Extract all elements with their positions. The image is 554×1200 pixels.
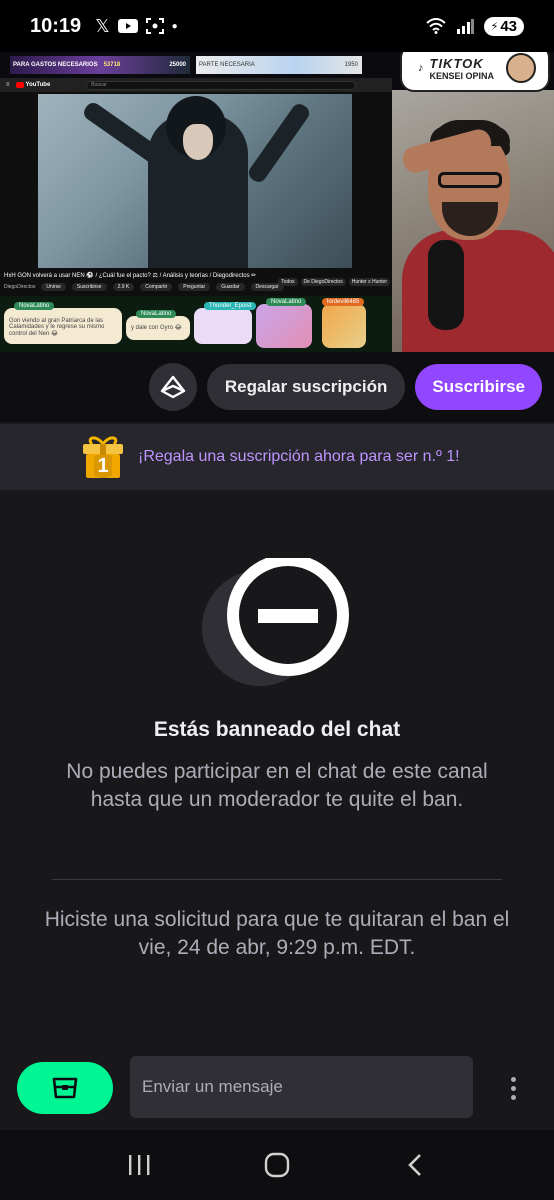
tiktok-title: TIKTOK: [429, 55, 484, 71]
chat-avatar: [256, 304, 312, 348]
chat-bubble: Thunder_Epoist: [194, 302, 257, 344]
status-time: 10:19: [30, 14, 82, 37]
system-nav-bar: [0, 1130, 554, 1200]
chat-bubble: lordevil6485: [322, 298, 366, 348]
webcam-feed: [392, 90, 554, 352]
back-icon: [408, 1154, 421, 1176]
youtube-logo: YouTube: [15, 82, 50, 88]
channel-actions: Regalar suscripción Suscribirse: [0, 352, 554, 422]
more-icon-dot: [510, 1085, 516, 1091]
youtube-filter-chips: Todos De DiegoDirectos Hunter x Hunter: [278, 278, 390, 286]
battery-indicator: ⚡ 43: [483, 16, 524, 36]
ban-icon: [202, 558, 349, 686]
gift-box-icon: 1: [80, 434, 126, 480]
donation-ticker-2: PARTE NECESARIA 1950: [196, 56, 362, 74]
more-options-button[interactable]: [500, 1070, 526, 1106]
ban-panel: Estás banneado del chat No puedes partic…: [0, 490, 554, 1130]
youtube-chip: Compartir: [140, 283, 173, 291]
gift-subscription-button[interactable]: Regalar suscripción: [206, 364, 406, 410]
tiktok-badge: ♪ TIKTOK KENSEI OPINA: [400, 52, 550, 92]
youtube-chip: 2.9 K: [112, 283, 135, 291]
gift-badge-number: 1: [94, 455, 112, 477]
notification-icons: 𝕏 ●: [95, 16, 178, 37]
gift-banner[interactable]: 1 ¡Regala una suscripción ahora para ser…: [0, 424, 554, 490]
gift-banner-text: ¡Regala una suscripción ahora para ser n…: [138, 448, 460, 465]
home-icon: [264, 1152, 290, 1178]
youtube-topbar: ≡ YouTube Buscar: [0, 78, 392, 92]
ban-title: Estás banneado del chat: [153, 718, 401, 741]
youtube-search: Buscar: [86, 80, 356, 90]
chat-bubble: NovaLatino Gon viendo al gran Patriarca …: [4, 302, 122, 344]
youtube-icon: [117, 19, 138, 33]
youtube-channel-name: DiegoDirectos: [4, 284, 36, 290]
chat-username: Thunder_Epoist: [204, 302, 257, 310]
youtube-filter-chip: Todos: [278, 278, 298, 286]
prime-gift-button[interactable]: [148, 363, 197, 411]
youtube-chip: Unirse: [41, 283, 66, 291]
more-icon-dot: [510, 1076, 516, 1082]
unban-request-status: Hiciste una solicitud para que te quitar…: [44, 908, 510, 959]
status-right: ⚡ 43: [425, 16, 524, 36]
chat-username: NovaLatino: [136, 310, 177, 318]
ticker-goal: 25000: [169, 62, 186, 68]
screenshot-icon: [145, 18, 164, 34]
dot-icon: ●: [171, 20, 178, 32]
subscribe-button[interactable]: Suscribirse: [415, 364, 542, 410]
ticker-label: PARA GASTOS NECESARIOS: [13, 62, 98, 68]
video-player[interactable]: PARA GASTOS NECESARIOS 53718 25000 PARTE…: [0, 52, 554, 352]
charging-icon: ⚡: [490, 20, 499, 33]
anime-frame: [38, 94, 352, 268]
x-app-icon: 𝕏: [95, 15, 110, 36]
battery-level: 43: [500, 17, 517, 35]
chat-input-bar: [0, 1050, 554, 1130]
crown-icon: [160, 375, 186, 399]
recent-apps-icon: [129, 1155, 150, 1175]
youtube-meta-row: DiegoDirectos Unirse Suscribirse 2.9 K C…: [4, 283, 284, 291]
menu-icon: ≡: [6, 82, 10, 88]
home-button[interactable]: [257, 1145, 297, 1185]
back-button[interactable]: [395, 1145, 435, 1185]
stream-chat-overlay: NovaLatino Gon viendo al gran Patriarca …: [0, 296, 392, 352]
inventory-box-icon: [52, 1077, 78, 1099]
donation-ticker: PARA GASTOS NECESARIOS 53718 25000: [10, 56, 190, 74]
ticker-amount: 53718: [103, 62, 121, 68]
youtube-filter-chip: Hunter x Hunter: [348, 278, 390, 286]
chat-avatar: [322, 304, 366, 348]
ticker2-label: PARTE NECESARIA: [199, 62, 255, 68]
chat-bubble: NovaLatino: [256, 298, 318, 348]
chat-username: NovaLatino: [266, 298, 307, 306]
wifi-icon: [425, 18, 446, 34]
chat-text: Gon viendo al gran Patriarca de las Cala…: [9, 318, 105, 337]
youtube-chip: Suscribirse: [71, 283, 107, 291]
chat-username: lordevil6485: [322, 298, 365, 306]
signal-icon: [456, 19, 474, 34]
more-icon-dot: [510, 1094, 516, 1100]
chat-bubble: NovaLatino y dale con Gyro 😂: [126, 310, 190, 340]
youtube-chip: Preguntar: [178, 283, 211, 291]
tiktok-avatar: [506, 53, 537, 83]
divider: [52, 879, 502, 880]
youtube-filter-chip: De DiegoDirectos: [300, 278, 346, 286]
chat-username: NovaLatino: [14, 302, 55, 310]
chat-text: y dale con Gyro 😂: [131, 325, 182, 331]
bits-button[interactable]: [17, 1062, 113, 1114]
youtube-chip: Guardar: [216, 283, 245, 291]
ban-description: No puedes participar en el chat de este …: [66, 760, 488, 811]
ticker2-amount: 1950: [344, 62, 358, 68]
youtube-video-title: HxH GON volverá a usar NEN ⚽ / ¿Cuál fue…: [4, 273, 257, 279]
tiktok-icon: ♪: [418, 62, 424, 74]
chat-message-input[interactable]: [130, 1056, 473, 1118]
status-bar: 10:19 𝕏 ● ⚡ 43: [0, 0, 554, 52]
tiktok-subtitle: KENSEI OPINA: [429, 70, 495, 81]
recent-apps-button[interactable]: [119, 1145, 159, 1185]
